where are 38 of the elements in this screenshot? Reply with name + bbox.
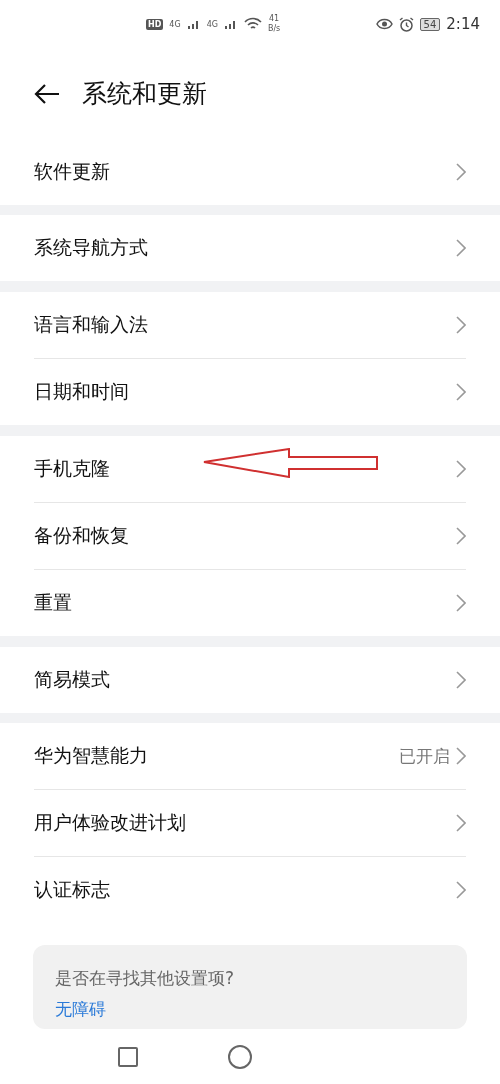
chevron-right-icon — [456, 593, 466, 612]
wifi-icon — [243, 17, 262, 32]
chevron-right-icon — [456, 383, 466, 402]
settings-item[interactable]: 重置 — [34, 568, 466, 636]
settings-item[interactable]: 华为智慧能力 已开启 — [34, 723, 466, 790]
network-label: 4G — [206, 19, 218, 29]
signal-icon — [186, 18, 201, 31]
settings-item[interactable]: 软件更新 — [34, 138, 466, 205]
eye-icon — [375, 18, 393, 31]
alarm-icon — [398, 16, 414, 32]
recents-button-icon[interactable] — [118, 1046, 138, 1067]
settings-item[interactable]: 语言和输入法 — [34, 292, 466, 359]
chevron-right-icon — [456, 670, 466, 689]
hd-indicator: HD — [146, 18, 164, 30]
battery-level: 54 — [419, 17, 441, 31]
network-speed: 41 B/s — [267, 14, 281, 35]
signal-icon — [223, 18, 238, 31]
settings-item[interactable]: 简易模式 — [34, 646, 466, 713]
accessibility-link[interactable]: 无障碍 — [55, 998, 445, 1022]
chevron-right-icon — [456, 814, 466, 833]
settings-item[interactable]: 用户体验改进计划 — [34, 789, 466, 857]
chevron-right-icon — [456, 162, 466, 181]
settings-item[interactable]: 备份和恢复 — [34, 501, 466, 569]
chevron-right-icon — [456, 881, 466, 900]
chevron-right-icon — [456, 526, 466, 545]
settings-item[interactable]: 认证标志 — [34, 856, 466, 924]
chevron-right-icon — [456, 239, 466, 258]
chevron-right-icon — [456, 747, 466, 766]
home-button-icon[interactable] — [228, 1044, 252, 1069]
network-label: 4G — [169, 19, 181, 29]
clock-time: 2:14 — [446, 15, 480, 34]
suggestion-question: 是否在寻找其他设置项? — [55, 967, 236, 991]
chevron-right-icon — [456, 316, 466, 335]
back-arrow-icon[interactable] — [34, 82, 60, 105]
page-title: 系统和更新 — [82, 78, 207, 111]
settings-item[interactable]: 手机克隆 — [34, 435, 466, 502]
settings-item[interactable]: 系统导航方式 — [34, 215, 466, 282]
chevron-right-icon — [456, 459, 466, 478]
